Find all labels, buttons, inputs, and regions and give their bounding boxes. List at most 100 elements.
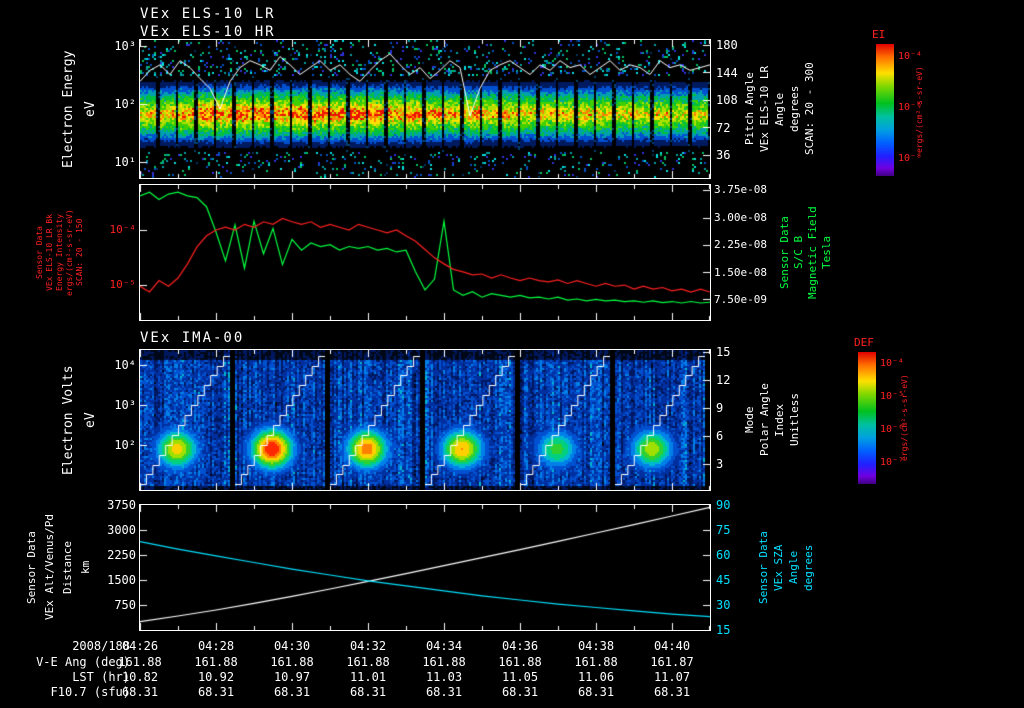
time-tick-label: 04:32 [349, 639, 387, 653]
annotation-value: 11.03 [425, 670, 463, 684]
els-pitch-angle-tick: 108 [716, 93, 738, 107]
ima-index-tick: 15 [716, 345, 731, 359]
bfield-axis-label: Magnetic Field [806, 206, 819, 299]
sza-axis-label: Sensor Data [757, 531, 770, 604]
sza-tick: 75 [716, 523, 731, 537]
ima-colorbar [858, 352, 876, 484]
ima-right-axis-label: Polar Angle [758, 383, 771, 457]
altitude-tick: 1500 [107, 573, 136, 587]
annotation-value: 68.31 [349, 685, 387, 699]
els-colorbar [876, 44, 894, 176]
ima-energy-tick: 10³ [114, 398, 136, 412]
bk-left-axis-label: Energy Intensity [55, 213, 64, 292]
time-tick-label: 04:28 [197, 639, 235, 653]
annotation-value: 161.88 [194, 655, 238, 669]
annotation-value: 68.31 [501, 685, 539, 699]
bfield-tick: 7.50e-09 [714, 293, 767, 306]
bfield-plot-canvas [140, 185, 710, 320]
time-tick-label: 04:26 [121, 639, 159, 653]
sza-axis-label: VEx SZA [772, 544, 785, 591]
time-tick-label: 04:38 [577, 639, 615, 653]
els-spectrogram-frame [139, 39, 711, 179]
els-right-axis-label: VEx ELS-10 LR [758, 65, 771, 153]
annotation-value: 161.88 [270, 655, 314, 669]
altitude-tick: 750 [114, 598, 136, 612]
bfield-tick: 1.50e-08 [714, 265, 767, 279]
annotation-row-label: V-E Ang (deg) [36, 655, 130, 669]
ima-yaxis-units: eV [83, 412, 98, 428]
els-pitch-angle-tick: 144 [716, 65, 738, 80]
annotation-value: 68.31 [197, 685, 235, 699]
annotation-value: 161.88 [422, 655, 466, 669]
ima-index-tick: 12 [716, 373, 731, 387]
sza-tick: 45 [716, 573, 731, 587]
altitude-axis-label: VEx Alt/Venus/Pd [43, 514, 56, 621]
bk-left-axis-label: SCAN: 20 - 150 [75, 218, 84, 287]
altitude-tick: 3750 [107, 498, 136, 512]
ima-energy-tick: 10² [114, 438, 136, 452]
annotation-value: 11.05 [501, 670, 539, 684]
ima-index-tick: 3 [716, 457, 724, 471]
time-tick-label: 04:34 [425, 639, 463, 653]
ima-energy-tick: 10⁴ [114, 358, 136, 372]
annotation-value: 68.31 [121, 685, 159, 699]
altitude-sza-plot-canvas [140, 505, 710, 630]
annotation-value: 10.82 [121, 670, 159, 684]
ima-colorbar-title: DEF [854, 336, 874, 349]
annotation-value: 10.92 [197, 670, 235, 684]
annotation-value: 11.07 [653, 670, 691, 684]
bfield-tick: 3.00e-08 [714, 210, 767, 224]
plot-title-line-2: VEx ELS-10 HR [140, 24, 276, 40]
els-yaxis-label: Electron Energy [61, 50, 76, 168]
bfield-axis-label: Sensor Data [778, 216, 791, 289]
bfield-axis-label: S/C B [792, 235, 805, 270]
ima-right-axis-label: Index [773, 403, 786, 437]
els-energy-tick: 10² [114, 97, 136, 111]
ima-right-axis-label: Unitless [788, 393, 801, 447]
els-right-axis-label: Angle [773, 92, 786, 126]
els-pitch-angle-tick: 180 [716, 38, 738, 52]
annotation-value: 161.87 [650, 655, 694, 669]
els-right-axis-label: Pitch Angle [743, 72, 756, 146]
els-colorbar-title: EI [872, 28, 886, 41]
vex-quicklook-summary-plot: VEx ELS-10 LR VEx ELS-10 HR VEx IMA-00 E… [0, 0, 1024, 708]
ima-right-axis-label: Mode [743, 406, 756, 434]
sza-tick: 30 [716, 598, 731, 612]
annotation-value: 68.31 [577, 685, 615, 699]
ima-index-tick: 6 [716, 429, 724, 443]
altitude-axis-label: km [79, 560, 92, 575]
els-spectrogram-canvas [140, 40, 710, 178]
els-energy-tick: 10¹ [114, 155, 136, 169]
altitude-axis-label: Distance [61, 541, 74, 594]
bfield-tick: 3.75e-08 [714, 183, 767, 196]
ima-panel-title: VEx IMA-00 [140, 330, 245, 346]
annotation-value: 11.01 [349, 670, 387, 684]
annotation-value: 161.88 [498, 655, 542, 669]
sza-tick: 90 [716, 498, 731, 512]
sza-tick: 60 [716, 548, 731, 562]
bk-left-axis-label: ergs/(cm²-s-sr-eV) [65, 209, 74, 296]
sza-tick: 15 [716, 623, 731, 637]
annotation-value: 161.88 [346, 655, 390, 669]
bk-left-axis-label: VEx ELS-10 LR Bk [45, 213, 54, 292]
annotation-value: 68.31 [273, 685, 311, 699]
altitude-tick: 2250 [107, 548, 136, 562]
ima-yaxis-label: Electron Volts [61, 365, 76, 475]
time-tick-label: 04:40 [653, 639, 691, 653]
bfield-axis-label: Tesla [820, 235, 833, 270]
bk-intensity-tick: 10⁻⁵ [109, 278, 137, 291]
ima-spectrogram-canvas [140, 350, 710, 490]
els-pitch-angle-tick: 72 [716, 120, 731, 135]
bk-left-axis-label: Sensor Data [35, 226, 44, 279]
ima-index-tick: 9 [716, 401, 724, 415]
els-colorbar-units: ergs/(cm²-s-sr-eV) [915, 66, 924, 154]
altitude-tick: 3000 [107, 523, 136, 537]
annotation-value: 68.31 [653, 685, 691, 699]
bfield-plot-frame [139, 184, 711, 321]
sza-axis-label: Angle [787, 550, 800, 585]
plot-title-line-1: VEx ELS-10 LR [140, 6, 276, 22]
time-tick-label: 04:30 [273, 639, 311, 653]
annotation-value: 10.97 [273, 670, 311, 684]
bfield-tick: 2.25e-08 [714, 238, 767, 251]
annotation-value: 161.88 [574, 655, 618, 669]
